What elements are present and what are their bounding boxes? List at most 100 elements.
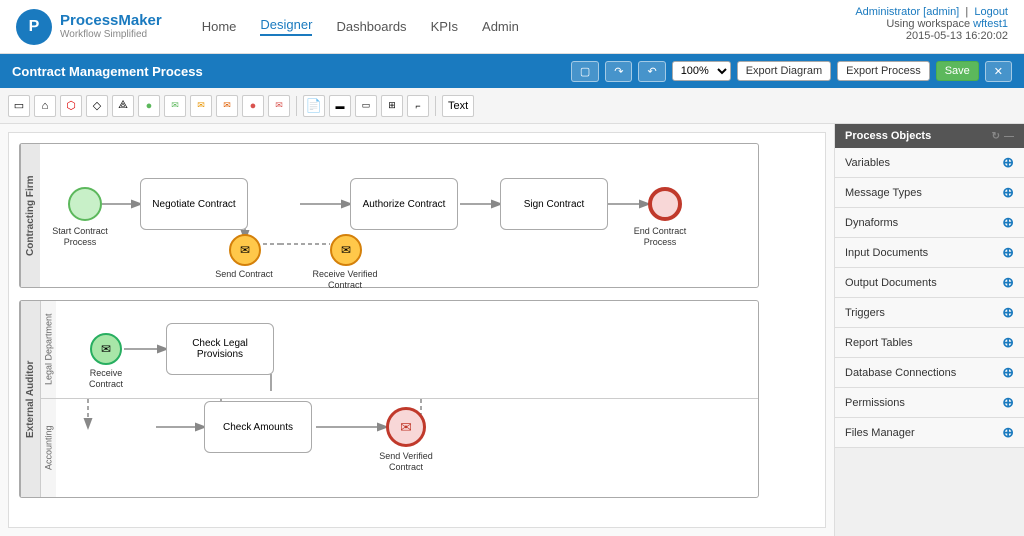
logout-link[interactable]: Logout — [974, 6, 1008, 18]
tool-diamond-x[interactable]: ⬡ — [60, 95, 82, 117]
process-actions: ▢ ↷ ↶ 100% Export Diagram Export Process… — [571, 61, 1012, 82]
tool-subprocess[interactable]: ⊞ — [381, 95, 403, 117]
tool-house[interactable]: ⌂ — [34, 95, 56, 117]
tool-doc[interactable]: 📄 — [303, 95, 325, 117]
panel-permissions-add[interactable]: ⊕ — [1002, 394, 1014, 411]
panel-input-docs-add[interactable]: ⊕ — [1002, 244, 1014, 261]
side-panel: Process Objects ↻ — Variables ⊕ Message … — [834, 124, 1024, 536]
authorize-task[interactable]: Authorize Contract — [350, 178, 458, 230]
export-process-btn[interactable]: Export Process — [837, 61, 930, 81]
main-area: Contracting Firm — [0, 124, 1024, 536]
panel-output-docs-add[interactable]: ⊕ — [1002, 274, 1014, 291]
refresh-icon[interactable]: ↻ — [992, 131, 1000, 142]
tool-envelope-yellow[interactable]: ✉ — [190, 95, 212, 117]
panel-files-manager-add[interactable]: ⊕ — [1002, 424, 1014, 441]
tool-envelope-red[interactable]: ✉ — [268, 95, 290, 117]
tool-envelope-green[interactable]: ✉ — [164, 95, 186, 117]
top-right-info: Administrator [admin] | Logout Using wor… — [855, 6, 1008, 42]
undo-btn[interactable]: ↶ — [638, 61, 665, 82]
panel-dynaforms-add[interactable]: ⊕ — [1002, 214, 1014, 231]
lane-legal-content: ✉ ReceiveContract Check Legal Provisions — [56, 301, 758, 399]
screen-btn[interactable]: ▢ — [571, 61, 599, 82]
panel-input-docs[interactable]: Input Documents ⊕ — [835, 238, 1024, 268]
authorize-rect: Authorize Contract — [350, 178, 458, 230]
check-legal-task[interactable]: Check Legal Provisions — [166, 323, 274, 375]
logo-area: P ProcessMaker Workflow Simplified — [16, 9, 162, 45]
tool-gateway[interactable]: ⟁ — [112, 95, 134, 117]
receive-contract-node[interactable]: ✉ — [90, 333, 122, 365]
panel-files-manager[interactable]: Files Manager ⊕ — [835, 418, 1024, 448]
nav-kpis[interactable]: KPIs — [431, 19, 458, 34]
workspace-link[interactable]: wftest1 — [973, 18, 1008, 30]
pool-contracting-firm: Contracting Firm — [19, 143, 759, 288]
nav-home[interactable]: Home — [202, 19, 237, 34]
panel-output-docs-label: Output Documents — [845, 277, 937, 289]
app-subtitle: Workflow Simplified — [60, 29, 162, 40]
canvas-outer: Contracting Firm — [0, 124, 834, 536]
tool-pool[interactable]: ▬ — [329, 95, 351, 117]
panel-triggers-add[interactable]: ⊕ — [1002, 304, 1014, 321]
receive-verified-label: Receive VerifiedContract — [310, 269, 380, 291]
panel-report-tables[interactable]: Report Tables ⊕ — [835, 328, 1024, 358]
nav-designer[interactable]: Designer — [260, 17, 312, 36]
minimize-icon[interactable]: — — [1004, 131, 1014, 142]
tool-lane[interactable]: ▭ — [355, 95, 377, 117]
legal-connectors — [56, 301, 756, 399]
close-btn[interactable]: ✕ — [985, 61, 1012, 82]
pool2-label: External Auditor — [20, 301, 40, 497]
zoom-select[interactable]: 100% — [672, 61, 731, 81]
panel-variables-add[interactable]: ⊕ — [1002, 154, 1014, 171]
send-verified-node[interactable]: ✉ — [386, 407, 426, 447]
check-amounts-task[interactable]: Check Amounts — [204, 401, 312, 453]
check-legal-rect: Check Legal Provisions — [166, 323, 274, 375]
pool1-lanes: Start ContractProcess Negotiate Contract… — [40, 144, 758, 287]
toolbar-sep-1 — [296, 96, 297, 116]
receive-verified-node[interactable]: ✉ — [330, 234, 362, 266]
start-circle — [68, 187, 102, 221]
start-event[interactable] — [68, 187, 102, 221]
export-diagram-btn[interactable]: Export Diagram — [737, 61, 831, 81]
panel-title: Process Objects — [845, 130, 931, 142]
tool-circle-green[interactable]: ● — [138, 95, 160, 117]
lane-accounting: Accounting — [40, 399, 758, 497]
tool-text[interactable]: Text — [442, 95, 474, 117]
nav-admin[interactable]: Admin — [482, 19, 519, 34]
panel-dynaforms[interactable]: Dynaforms ⊕ — [835, 208, 1024, 238]
panel-message-types-label: Message Types — [845, 187, 922, 199]
panel-variables[interactable]: Variables ⊕ — [835, 148, 1024, 178]
tool-diamond[interactable]: ◇ — [86, 95, 108, 117]
panel-output-docs[interactable]: Output Documents ⊕ — [835, 268, 1024, 298]
receive-contract-envelope: ✉ — [90, 333, 122, 365]
panel-report-tables-add[interactable]: ⊕ — [1002, 334, 1014, 351]
tool-rect[interactable]: ▭ — [8, 95, 30, 117]
save-btn[interactable]: Save — [936, 61, 979, 81]
panel-header: Process Objects ↻ — — [835, 124, 1024, 148]
admin-user-link[interactable]: Administrator [admin] — [855, 6, 959, 18]
nav-links: Home Designer Dashboards KPIs Admin — [202, 17, 519, 36]
panel-message-types[interactable]: Message Types ⊕ — [835, 178, 1024, 208]
negotiate-task[interactable]: Negotiate Contract — [140, 178, 248, 230]
tool-annotation[interactable]: ⌐ — [407, 95, 429, 117]
panel-db-connections-add[interactable]: ⊕ — [1002, 364, 1014, 381]
canvas[interactable]: Contracting Firm — [8, 132, 826, 528]
end-event[interactable] — [648, 187, 682, 221]
send-contract-node[interactable]: ✉ — [229, 234, 261, 266]
logo-icon: P — [16, 9, 52, 45]
nav-dashboards[interactable]: Dashboards — [336, 19, 406, 34]
tool-circle-red[interactable]: ● — [242, 95, 264, 117]
panel-triggers[interactable]: Triggers ⊕ — [835, 298, 1024, 328]
panel-triggers-label: Triggers — [845, 307, 885, 319]
panel-permissions[interactable]: Permissions ⊕ — [835, 388, 1024, 418]
lane-legal: Legal Department — [40, 301, 758, 399]
panel-message-types-add[interactable]: ⊕ — [1002, 184, 1014, 201]
tool-envelope-orange[interactable]: ✉ — [216, 95, 238, 117]
panel-files-manager-label: Files Manager — [845, 427, 915, 439]
redo-btn[interactable]: ↷ — [605, 61, 632, 82]
top-nav: P ProcessMaker Workflow Simplified Home … — [0, 0, 1024, 54]
toolbar-sep-2 — [435, 96, 436, 116]
receive-contract-label: ReceiveContract — [76, 368, 136, 390]
panel-db-connections[interactable]: Database Connections ⊕ — [835, 358, 1024, 388]
start-label: Start ContractProcess — [52, 226, 108, 248]
app-title: ProcessMaker — [60, 13, 162, 30]
sign-task[interactable]: Sign Contract — [500, 178, 608, 230]
